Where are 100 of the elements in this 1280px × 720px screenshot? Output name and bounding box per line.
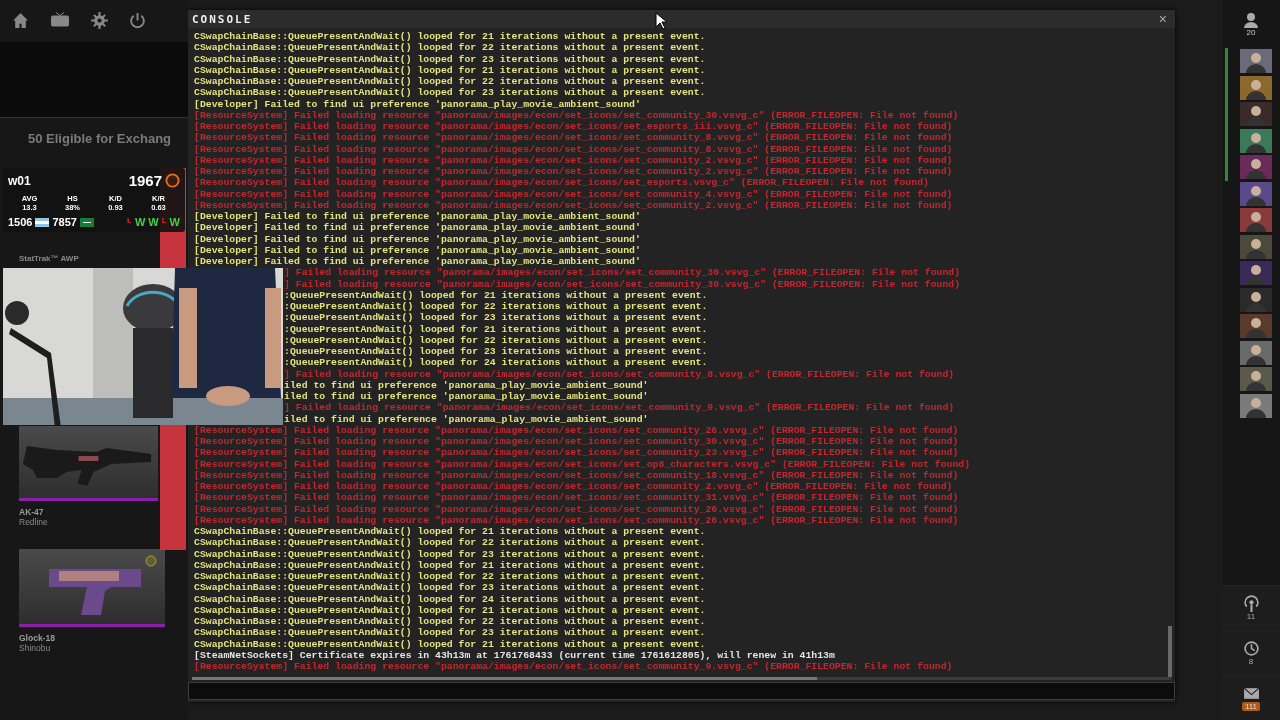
avatar[interactable] [1240,102,1272,127]
match-result: W [134,216,146,228]
power-icon [129,12,146,29]
log-line: :QueuePresentAndWait() looped for 23 iterations without a present event. [284,346,708,358]
avatar[interactable] [1240,393,1272,418]
log-line: [ResourceSystem] Failed loading resource "panorama/images/econ/set_icons/set_community_4.vsvg_c" (ERROR_FILEOPEN: File not found) [194,188,953,200]
friend-count: 20 [1246,28,1256,37]
elo: 1506 [8,216,33,228]
log-line: [Developer] Failed to find ui preference 'panorama_play_movie_ambient_sound' [194,233,641,245]
avatar[interactable] [1240,261,1272,286]
log-line: :QueuePresentAndWait() looped for 22 iterations without a present event. [284,334,708,346]
broadcast-button[interactable]: 11 [1222,585,1280,630]
log-line: ] Failed loading resource "panorama/images/econ/set_icons/set_community_30.vsvg_c" (ERROR_FILEOPEN: File not found) [284,267,961,279]
mail-button[interactable]: 111 [1222,675,1280,720]
log-line: CSwapChainBase::QueuePresentAndWait() looped for 23 iterations without a present event. [194,582,706,594]
log-line: [ResourceSystem] Failed loading resource "panorama/images/econ/set_icons/set_community_9.vsvg_c" (ERROR_FILEOPEN: File not found) [194,661,953,673]
log-line: CSwapChainBase::QueuePresentAndWait() looped for 22 iterations without a present event. [194,42,706,54]
log-line: CSwapChainBase::QueuePresentAndWait() looped for 23 iterations without a present event. [194,87,706,99]
weapon-name: AK-47 [18,507,45,517]
command-input[interactable] [188,682,1175,700]
log-line: [ResourceSystem] Failed loading resource "panorama/images/econ/set_icons/set_community_2.vsvg_c" (ERROR_FILEOPEN: File not found) [194,154,953,166]
log-line: :QueuePresentAndWait() looped for 24 iterations without a present event. [284,357,708,369]
flag-icon [79,217,94,227]
log-line: [ResourceSystem] Failed loading resource "panorama/images/econ/set_icons/set_community_26.vsvg_c" (ERROR_FILEOPEN: File not found) [194,503,959,515]
log-line: [ResourceSystem] Failed loading resource "panorama/images/econ/set_icons/set_community_18.vsvg_c" (ERROR_FILEOPEN: File not found) [194,469,959,481]
mail-icon [1242,685,1260,702]
avatar[interactable] [1240,75,1272,100]
avatar[interactable] [1240,234,1272,259]
avatar[interactable] [1240,49,1272,74]
log-line: [ResourceSystem] Failed loading resource "panorama/images/econ/set_icons/set_community_23.vsvg_c" (ERROR_FILEOPEN: File not found) [194,447,959,459]
level-badge-icon [165,173,180,188]
log-line: CSwapChainBase::QueuePresentAndWait() looped for 22 iterations without a present event. [194,571,706,583]
avatar[interactable] [1240,314,1272,339]
log-line: CSwapChainBase::QueuePresentAndWait() looped for 21 iterations without a present event. [194,559,706,571]
log-line: [ResourceSystem] Failed loading resource "panorama/images/econ/set_icons/set_community_26.vsvg_c" (ERROR_FILEOPEN: File not found) [194,424,959,436]
log-line: CSwapChainBase::QueuePresentAndWait() looped for 21 iterations without a present event. [194,31,706,43]
avatar[interactable] [1240,208,1272,233]
match-result: W [148,216,159,228]
log-line: [ResourceSystem] Failed loading resource "panorama/images/econ/set_icons/set_esports_iii.vsvg_c" (ERROR_FILEOPEN: File not found) [194,121,953,133]
match-result: L [161,216,167,227]
avatar[interactable] [1240,181,1272,206]
tv-icon [50,12,70,29]
home-icon [12,12,29,29]
avatar[interactable] [1240,128,1272,153]
weapon-finish: Redline [18,517,49,527]
log-line: [ResourceSystem] Failed loading resource "panorama/images/econ/set_icons/set_community_8.vsvg_c" (ERROR_FILEOPEN: File not found) [194,143,953,155]
log-line: [ResourceSystem] Failed loading resource "panorama/images/econ/set_icons/set_community_30.vsvg_c" (ERROR_FILEOPEN: File not found) [194,109,959,121]
log-line: [ResourceSystem] Failed loading resource "panorama/images/econ/set_icons/set_community_2.vsvg_c" (ERROR_FILEOPEN: File not found) [194,481,953,493]
log-line: CSwapChainBase::QueuePresentAndWait() looped for 22 iterations without a present event. [194,537,706,549]
avatar[interactable] [1240,155,1272,180]
log-line: [ResourceSystem] Failed loading resource "panorama/images/econ/set_icons/set_community_2.vsvg_c" (ERROR_FILEOPEN: File not found) [194,199,953,211]
log-line: iled to find ui preference 'panorama_play_movie_ambient_sound' [284,391,649,403]
log-line: [ResourceSystem] Failed loading resource "panorama/images/econ/set_icons/set_community_31.vsvg_c" (ERROR_FILEOPEN: File not found) [194,492,959,504]
log-line: CSwapChainBase::QueuePresentAndWait() looped for 21 iterations without a present event. [194,604,706,616]
scrollbar-thumb[interactable] [192,677,817,680]
history-button[interactable]: 8 [1222,630,1280,675]
log-line: CSwapChainBase::QueuePresentAndWait() looped for 22 iterations without a present event. [194,76,706,88]
close-button[interactable]: × [1158,12,1167,26]
log-line: [ResourceSystem] Failed loading resource "panorama/images/econ/set_icons/set_community_2.vsvg_c" (ERROR_FILEOPEN: File not found) [194,166,953,178]
log-line: CSwapChainBase::QueuePresentAndWait() looped for 21 iterations without a present event. [194,638,706,650]
weapon-name: Glock-18 [18,633,56,643]
log-line: [ResourceSystem] Failed loading resource "panorama/images/econ/set_icons/set_esports.vsvg_c" (ERROR_FILEOPEN: File not found) [194,177,929,189]
exchange-notice: 50 Eligible for Exchang [27,130,173,148]
log-line: CSwapChainBase::QueuePresentAndWait() looped for 23 iterations without a present event. [194,53,706,65]
log-line: [Developer] Failed to find ui preference 'panorama_play_movie_ambient_sound' [194,244,641,256]
log-line: ] Failed loading resource "panorama/images/econ/set_icons/set_community_8.vsvg_c" (ERROR_FILEOPEN: File not found) [284,368,955,380]
avatar[interactable] [1240,340,1272,365]
scrollbar-thumb[interactable] [1168,626,1172,677]
flag-icon [35,217,50,227]
log-line: [ResourceSystem] Failed loading resource "panorama/images/econ/set_icons/set_community_8.vsvg_c" (ERROR_FILEOPEN: File not found) [194,132,953,144]
avatar[interactable] [1240,287,1272,312]
count: 8 [1248,657,1254,666]
broadcast-icon [1242,595,1260,612]
avatar[interactable] [1240,367,1272,392]
log-line: [SteamNetSockets] Certificate expires in 43h13m at 1761768433 (current time 1761612805), will renew in 41h13m [194,649,835,661]
log-line: ] Failed loading resource "panorama/images/econ/set_icons/set_community_9.vsvg_c" (ERROR_FILEOPEN: File not found) [284,402,955,414]
log-line: CSwapChainBase::QueuePresentAndWait() looped for 23 iterations without a present event. [194,548,706,560]
log-line: :QueuePresentAndWait() looped for 23 iterations without a present event. [284,312,708,324]
log-line: CSwapChainBase::QueuePresentAndWait() looped for 22 iterations without a present event. [194,616,706,628]
count: 11 [1246,612,1256,621]
window-title: CONSOLE [192,12,253,26]
count: 111 [1241,702,1261,711]
log-line: [Developer] Failed to find ui preference 'panorama_play_movie_ambient_sound' [194,98,641,110]
log-line: :QueuePresentAndWait() looped for 21 iterations without a present event. [284,323,708,335]
weapon-name: StatTrak™ AWP [18,254,80,264]
player-name: w01 [8,173,31,188]
rating: 1967 [128,172,162,189]
log-line: ] Failed loading resource "panorama/images/econ/set_icons/set_community_30.vsvg_c" (ERROR_FILEOPEN: File not found) [284,278,961,290]
log-line: CSwapChainBase::QueuePresentAndWait() looped for 21 iterations without a present event. [194,526,706,538]
person-icon [1243,12,1259,28]
match-result: L [127,216,132,227]
match-result: W [169,216,180,228]
log-line: CSwapChainBase::QueuePresentAndWait() looped for 21 iterations without a present event. [194,64,706,76]
log-line: iled to find ui preference 'panorama_play_movie_ambient_sound' [284,413,649,425]
log-line: CSwapChainBase::QueuePresentAndWait() looped for 24 iterations without a present event. [194,593,706,605]
log-line: [Developer] Failed to find ui preference 'panorama_play_movie_ambient_sound' [194,211,641,223]
log-line: :QueuePresentAndWait() looped for 22 iterations without a present event. [284,301,708,313]
weapon-card[interactable] [19,549,165,627]
log-line: [ResourceSystem] Failed loading resource "panorama/images/econ/set_icons/set_op8_characters.vsvg_c" (ERROR_FILEOPEN: File not found) [194,458,971,470]
history-icon [1242,640,1260,657]
